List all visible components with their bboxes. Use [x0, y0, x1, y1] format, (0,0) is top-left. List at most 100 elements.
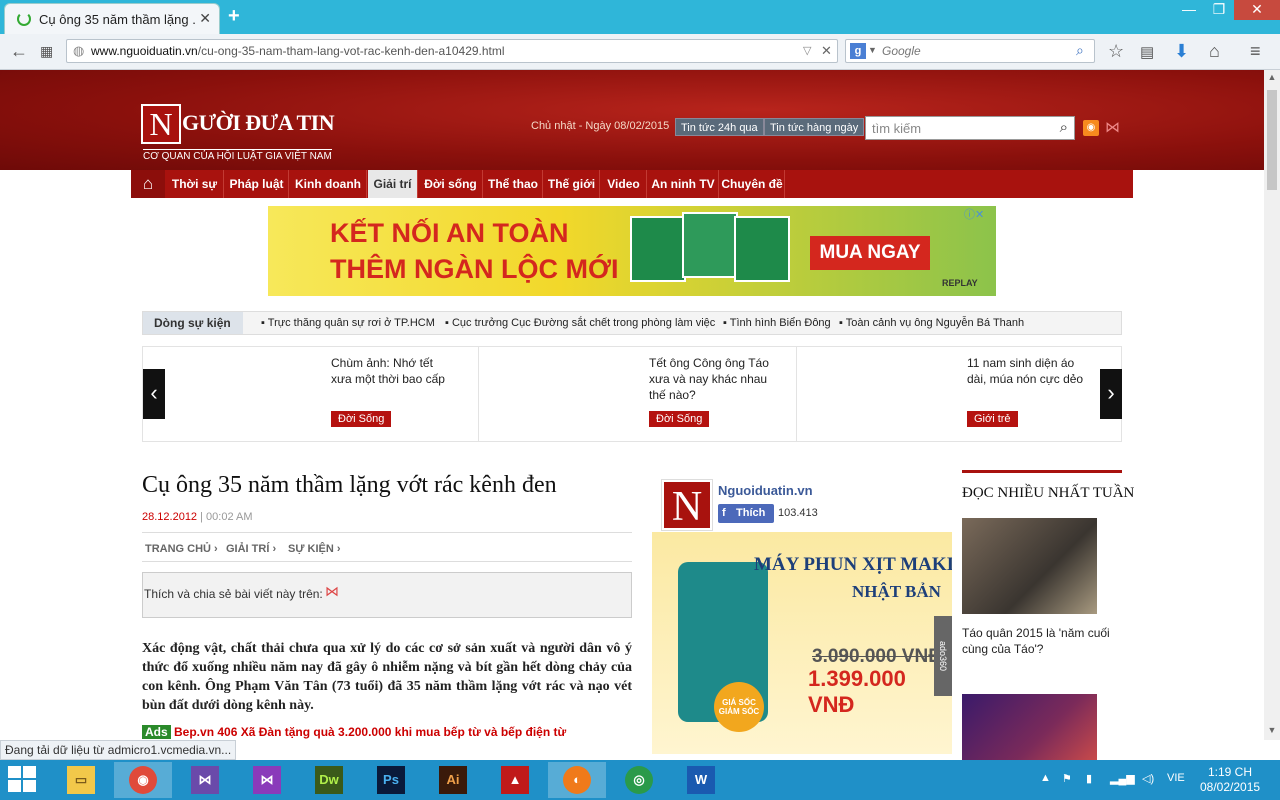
menu-item-chuyen-de[interactable]: Chuyên đề: [720, 170, 785, 198]
daily-news-button[interactable]: Tin tức hàng ngày: [764, 118, 865, 136]
search-bar[interactable]: g ▼ Google ⌕: [845, 39, 1095, 63]
firefox-icon[interactable]: ◐: [548, 762, 606, 798]
breadcrumb-home[interactable]: TRANG CHỦ ›: [145, 543, 218, 555]
download-icon[interactable]: ⬇: [1174, 41, 1189, 62]
menu-icon[interactable]: ≡: [1250, 41, 1261, 62]
search-icon[interactable]: ⌕: [1060, 119, 1068, 136]
dreamweaver-icon[interactable]: Dw: [300, 762, 358, 798]
menu-item-video[interactable]: Video: [601, 170, 647, 198]
google-icon[interactable]: g: [850, 43, 866, 59]
back-icon[interactable]: ←: [10, 41, 28, 62]
chrome-icon[interactable]: ◉: [114, 762, 172, 798]
autocad-icon[interactable]: ▲: [486, 762, 544, 798]
battery-icon[interactable]: ▮: [1086, 772, 1092, 785]
makita-new-price: 1.399.000 VNĐ: [808, 666, 906, 717]
carousel-title[interactable]: Tết ông Công ông Táo xưa và nay khác nha…: [649, 355, 769, 403]
share-box: Thích và chia sẻ bài viết này trên: ⋈: [142, 572, 632, 618]
carousel-title[interactable]: Chùm ảnh: Nhớ tết xưa một thời bao cấp: [331, 355, 451, 387]
new-tab-button[interactable]: +: [228, 5, 240, 28]
carousel-tag[interactable]: Giới trẻ: [967, 411, 1018, 427]
menu-item-phap-luat[interactable]: Pháp luật: [225, 170, 289, 198]
tab-close-icon[interactable]: ✕: [199, 10, 211, 27]
carousel-prev-icon[interactable]: ‹: [143, 369, 165, 419]
idm-icon[interactable]: ◎: [610, 762, 668, 798]
carousel-item[interactable]: Chùm ảnh: Nhớ tết xưa một thời bao cấp Đ…: [161, 347, 479, 441]
news-24h-button[interactable]: Tin tức 24h qua: [675, 118, 764, 136]
menu-item-the-gioi[interactable]: Thế giới: [544, 170, 600, 198]
event-link[interactable]: ▪ Trực thăng quân sự rơi ở TP.HCM: [261, 317, 435, 329]
menu-item-giai-tri[interactable]: Giải trí: [368, 170, 418, 198]
word-icon[interactable]: W: [672, 762, 730, 798]
most-read-item[interactable]: Táo quân 2015 là 'năm cuối cùng của Táo'…: [962, 625, 1122, 657]
stop-icon[interactable]: ✕: [821, 43, 832, 59]
breadcrumb-su-kien[interactable]: SỰ KIỆN ›: [288, 543, 341, 555]
banner-line2: THÊM NGÀN LỘC MỚI: [330, 254, 619, 284]
visual-studio-icon[interactable]: ⋈: [176, 762, 234, 798]
home-icon[interactable]: ⌂: [1209, 41, 1220, 62]
network-icon[interactable]: ▂▄▆: [1110, 772, 1135, 785]
carousel-title[interactable]: 11 nam sinh diện áo dài, múa nón cực dẻo: [967, 355, 1087, 387]
carousel-tag[interactable]: Đời Sống: [331, 411, 392, 427]
events-label: Dòng sự kiện: [143, 312, 243, 334]
language-indicator[interactable]: VIE: [1167, 772, 1185, 784]
tab-active[interactable]: Cụ ông 35 năm thầm lặng ... ✕: [4, 3, 220, 34]
home-icon[interactable]: ⌂: [131, 170, 165, 198]
breadcrumb-giai-tri[interactable]: GIẢI TRÍ ›: [226, 543, 276, 555]
scroll-up-icon[interactable]: ▲: [1264, 72, 1280, 82]
menu-item-doi-song[interactable]: Đời sống: [419, 170, 483, 198]
url-bar[interactable]: ◍ www.nguoiduatin.vn/cu-ong-35-nam-tham-…: [66, 39, 838, 63]
replay-button[interactable]: REPLAY: [942, 278, 978, 288]
search-icon[interactable]: ⌕: [1076, 42, 1084, 59]
buy-now-button[interactable]: MUA NGAY: [810, 236, 930, 270]
photoshop-icon[interactable]: Ps: [362, 762, 420, 798]
site-logo[interactable]: N: [141, 104, 181, 144]
dropdown-icon[interactable]: ▽: [803, 44, 811, 57]
event-link[interactable]: ▪ Toàn cảnh vụ ông Nguyễn Bá Thanh: [839, 317, 1024, 329]
facebook-icon: f: [722, 507, 726, 519]
minimize-button[interactable]: —: [1174, 0, 1204, 20]
menu-item-thoi-su[interactable]: Thời sự: [166, 170, 224, 198]
carousel-tag[interactable]: Đời Sống: [649, 411, 710, 427]
carousel-item[interactable]: Tết ông Công ông Táo xưa và nay khác nha…: [479, 347, 797, 441]
taskbar-clock[interactable]: 1:19 CH 08/02/2015: [1200, 765, 1260, 795]
share-icon[interactable]: ⋈: [325, 583, 339, 600]
start-button[interactable]: [8, 766, 38, 794]
chevron-down-icon[interactable]: ▼: [868, 45, 877, 55]
file-explorer-icon[interactable]: ▭: [52, 762, 110, 798]
fb-page-logo[interactable]: N: [661, 479, 713, 531]
event-link[interactable]: ▪ Tình hình Biển Đông: [723, 317, 831, 329]
sponsored-link[interactable]: Ads Bep.vn 406 Xã Đàn tặng quà 3.200.000…: [142, 725, 566, 739]
carousel-item[interactable]: 11 nam sinh diện áo dài, múa nón cực dẻo…: [797, 347, 1115, 441]
menu-item-an-ninh-tv[interactable]: An ninh TV: [648, 170, 719, 198]
visual-studio-2-icon[interactable]: ⋈: [238, 762, 296, 798]
close-window-button[interactable]: ✕: [1234, 0, 1280, 20]
fb-page-name[interactable]: Nguoiduatin.vn: [718, 483, 813, 498]
carousel-next-icon[interactable]: ›: [1100, 369, 1122, 419]
ad-choices-icon[interactable]: ⓘ✕: [964, 206, 984, 222]
banner-ad[interactable]: KẾT NỐI AN TOÀN THÊM NGÀN LỘC MỚI MUA NG…: [268, 206, 996, 296]
maximize-button[interactable]: ❐: [1204, 0, 1234, 20]
site-search-input[interactable]: tìm kiếm ⌕: [865, 116, 1075, 140]
library-icon[interactable]: ▦: [40, 43, 53, 60]
scroll-down-icon[interactable]: ▼: [1264, 725, 1280, 735]
menu-item-the-thao[interactable]: Thể thao: [484, 170, 543, 198]
volume-icon[interactable]: ◁): [1142, 772, 1154, 785]
share-icon[interactable]: ⋈: [1105, 118, 1120, 136]
most-read-thumbnail[interactable]: [962, 518, 1097, 614]
bookmark-star-icon[interactable]: ☆: [1108, 41, 1124, 62]
rss-icon[interactable]: ◉: [1083, 120, 1099, 136]
page-scrollbar[interactable]: ▲ ▼: [1264, 70, 1280, 740]
most-read-thumbnail[interactable]: [962, 694, 1097, 760]
flag-icon[interactable]: ⚑: [1062, 772, 1072, 785]
makita-ad[interactable]: MÁY PHUN XỊT MAKITA NHẬT BẢN 3.090.000 V…: [652, 532, 952, 754]
ado360-tag[interactable]: ado360: [934, 616, 952, 696]
ads-text[interactable]: Bep.vn 406 Xã Đàn tặng quà 3.200.000 khi…: [174, 725, 566, 739]
url-text: www.nguoiduatin.vn/cu-ong-35-nam-tham-la…: [91, 44, 505, 58]
tray-expand-icon[interactable]: ▲: [1040, 772, 1051, 784]
menu-item-kinh-doanh[interactable]: Kinh doanh: [290, 170, 367, 198]
reading-list-icon[interactable]: ▤: [1140, 43, 1154, 61]
fb-like-button[interactable]: f Thích: [718, 504, 774, 523]
event-link[interactable]: ▪ Cục trưởng Cục Đường sắt chết trong ph…: [445, 317, 715, 329]
scroll-thumb[interactable]: [1267, 90, 1277, 190]
illustrator-icon[interactable]: Ai: [424, 762, 482, 798]
